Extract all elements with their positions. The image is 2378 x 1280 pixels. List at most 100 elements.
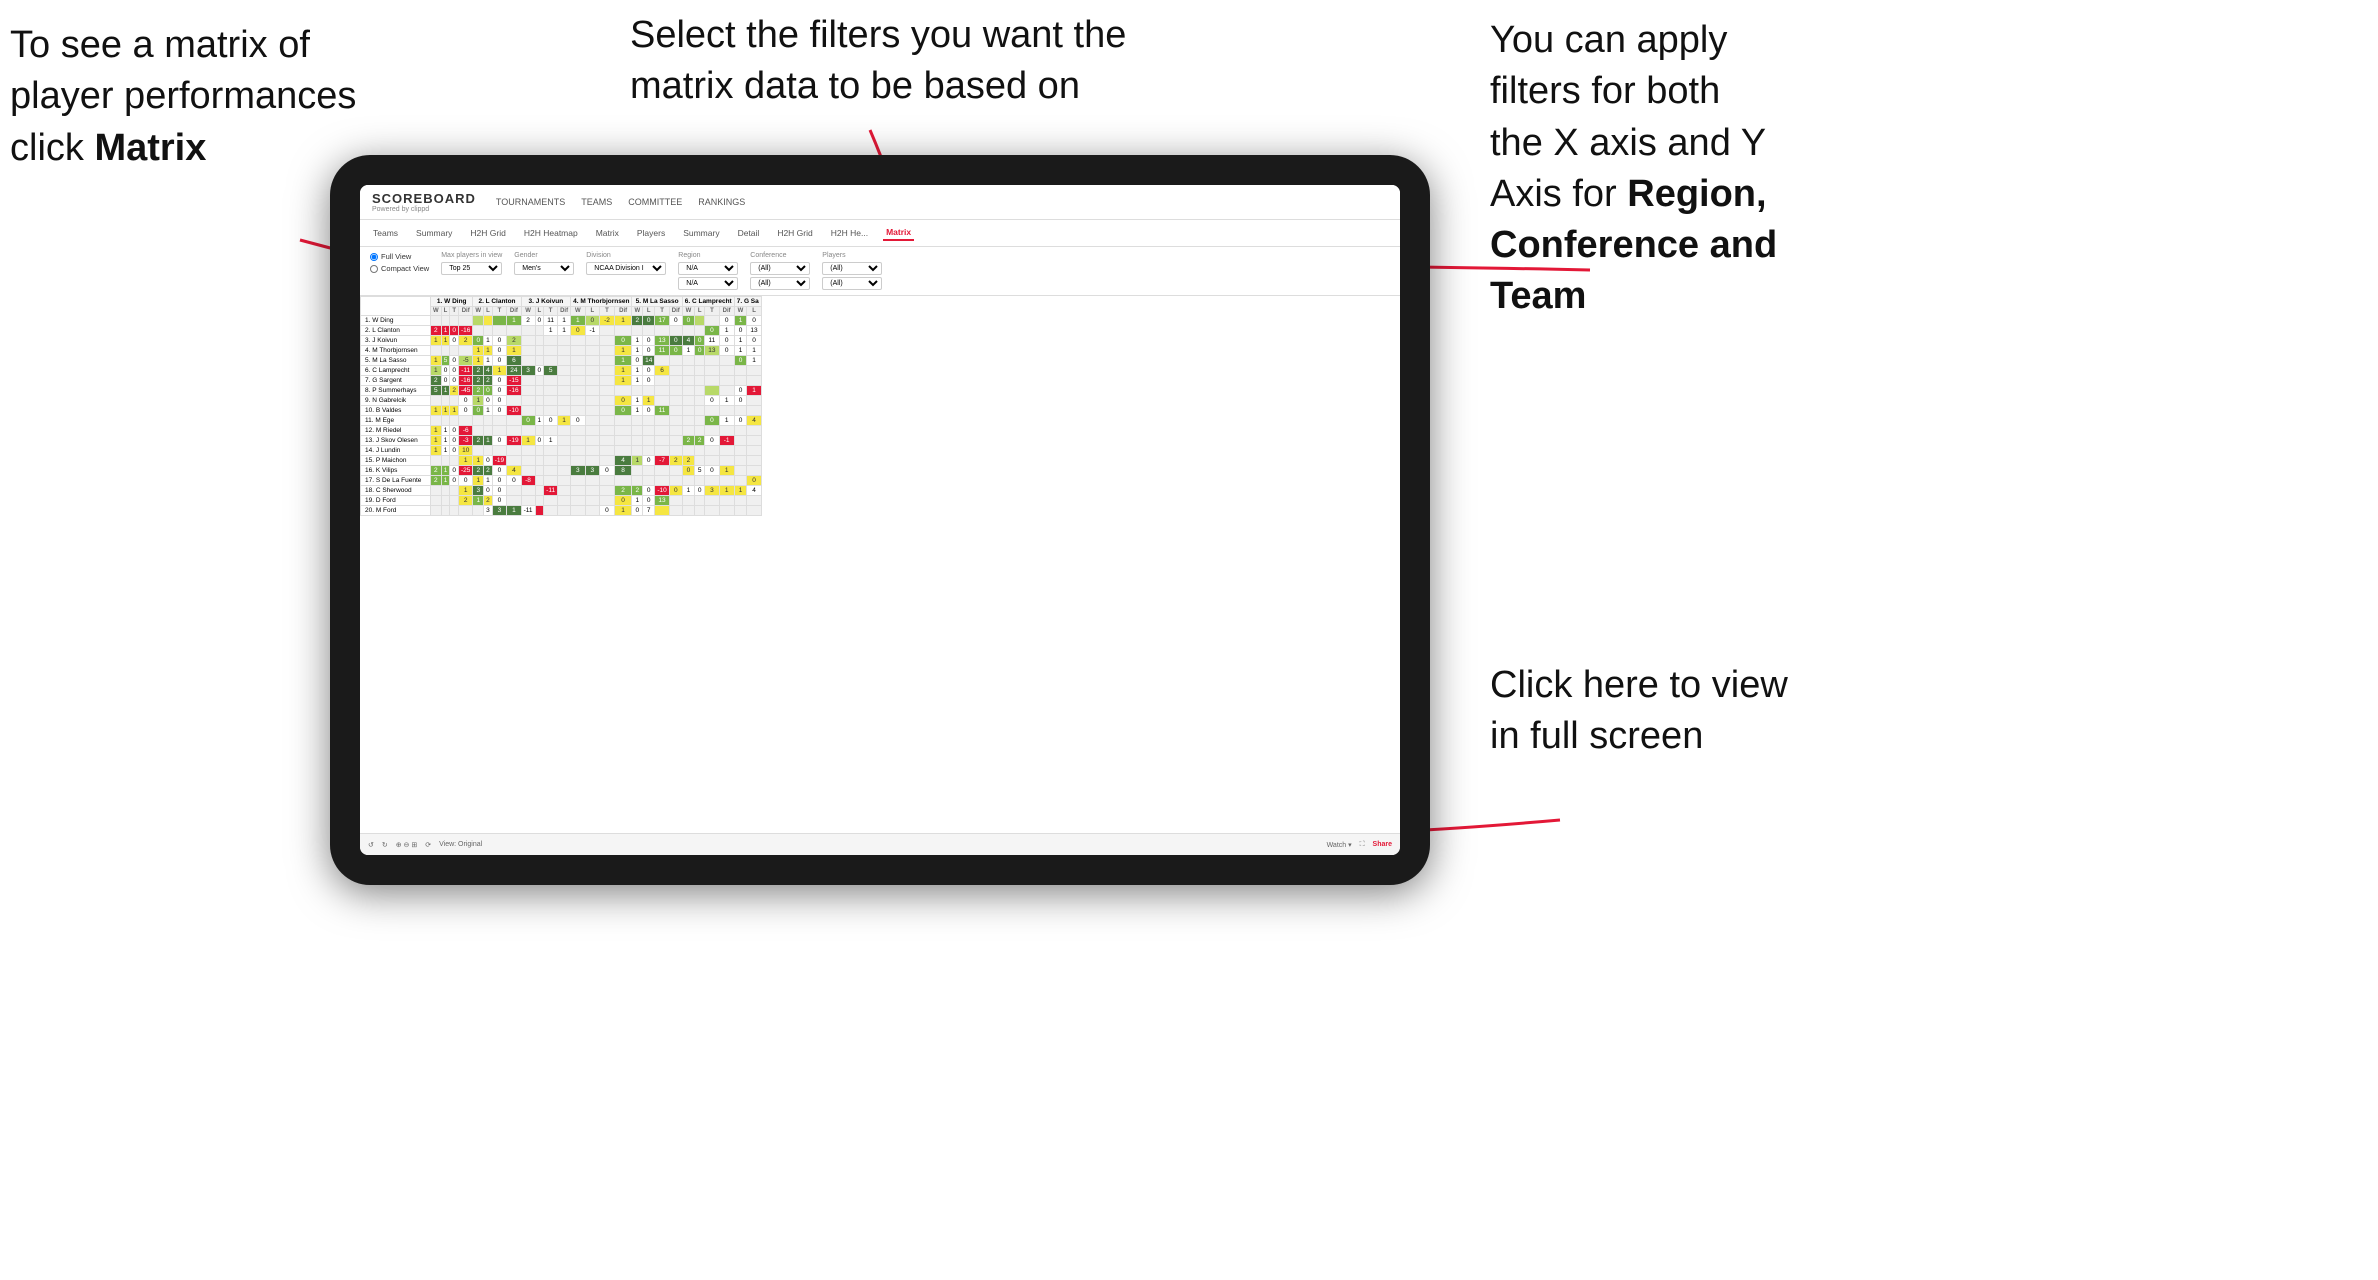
matrix-cell [705, 506, 719, 516]
gender-filter: Gender Men's [514, 252, 574, 275]
matrix-cell: 0 [643, 346, 655, 356]
matrix-cell [571, 436, 585, 446]
matrix-cell [585, 346, 600, 356]
matrix-cell: 2 [507, 336, 521, 346]
matrix-cell [585, 496, 600, 506]
matrix-cell: 1 [441, 386, 450, 396]
matrix-cell: 1 [535, 416, 544, 426]
players-select-x[interactable]: (All) [822, 262, 882, 275]
matrix-cell: 7 [643, 506, 655, 516]
matrix-cell [600, 456, 615, 466]
matrix-cell: 1 [441, 476, 450, 486]
matrix-cell: 1 [719, 326, 734, 336]
matrix-cell: -6 [459, 426, 473, 436]
max-players-select[interactable]: Top 25 [441, 262, 502, 275]
matrix-cell: 1 [614, 506, 632, 516]
matrix-cell: -11 [459, 366, 473, 376]
matrix-cell [521, 406, 535, 416]
matrix-cell [695, 446, 705, 456]
gender-select[interactable]: Men's [514, 262, 574, 275]
division-select[interactable]: NCAA Division I [586, 262, 666, 275]
tab-players[interactable]: Players [634, 226, 668, 240]
fullscreen-icon[interactable]: ⛶ [1360, 841, 1365, 849]
matrix-cell [571, 426, 585, 436]
matrix-cell: 3 [521, 366, 535, 376]
matrix-cell [535, 406, 544, 416]
matrix-cell: 0 [585, 316, 600, 326]
matrix-cell: 1 [544, 326, 558, 336]
watch-button[interactable]: Watch ▾ [1327, 841, 1352, 849]
matrix-cell [492, 416, 506, 426]
matrix-cell [521, 326, 535, 336]
matrix-cell [734, 436, 747, 446]
matrix-cell [521, 386, 535, 396]
tab-matrix[interactable]: Matrix [593, 226, 622, 240]
matrix-cell [558, 346, 571, 356]
matrix-cell: 11 [655, 346, 669, 356]
matrix-cell [571, 396, 585, 406]
matrix-cell [544, 426, 558, 436]
matrix-cell [558, 426, 571, 436]
conference-select-y[interactable]: (All) [750, 277, 810, 290]
matrix-cell: 5 [431, 386, 442, 396]
matrix-cell: 0 [614, 406, 632, 416]
matrix-cell: 0 [719, 316, 734, 326]
nav-rankings[interactable]: RANKINGS [698, 195, 745, 209]
matrix-cell [747, 456, 761, 466]
undo-icon[interactable]: ↺ [368, 841, 374, 849]
matrix-cell: 1 [450, 406, 459, 416]
matrix-cell [544, 466, 558, 476]
tab-h2h-he[interactable]: H2H He... [828, 226, 871, 240]
view-original[interactable]: View: Original [439, 841, 482, 848]
tab-summary[interactable]: Summary [413, 226, 455, 240]
matrix-cell [521, 456, 535, 466]
nav-tournaments[interactable]: TOURNAMENTS [496, 195, 565, 209]
redo-icon[interactable]: ↻ [382, 841, 388, 849]
full-view-radio[interactable]: Full View [370, 252, 429, 261]
matrix-cell: 1 [441, 336, 450, 346]
matrix-cell [734, 376, 747, 386]
region-select-x[interactable]: N/A [678, 262, 738, 275]
matrix-cell [669, 326, 682, 336]
players-select-y[interactable]: (All) [822, 277, 882, 290]
matrix-cell [558, 406, 571, 416]
tab-h2h-grid[interactable]: H2H Grid [467, 226, 508, 240]
tab-matrix-active[interactable]: Matrix [883, 225, 914, 241]
compact-view-radio[interactable]: Compact View [370, 264, 429, 273]
nav-teams[interactable]: TEAMS [581, 195, 612, 209]
share-button[interactable]: Share [1373, 841, 1392, 848]
matrix-cell [558, 436, 571, 446]
matrix-container[interactable]: 1. W Ding 2. L Clanton 3. J Koivun 4. M … [360, 296, 1400, 855]
tab-summary2[interactable]: Summary [680, 226, 722, 240]
nav-committee[interactable]: COMMITTEE [628, 195, 682, 209]
matrix-cell [600, 426, 615, 436]
matrix-cell: 1 [734, 316, 747, 326]
matrix-cell [600, 436, 615, 446]
tab-detail[interactable]: Detail [735, 226, 763, 240]
conference-select-x[interactable]: (All) [750, 262, 810, 275]
matrix-cell: 1 [632, 456, 643, 466]
matrix-cell [600, 326, 615, 336]
sub-tabs: Teams Summary H2H Grid H2H Heatmap Matri… [360, 220, 1400, 247]
matrix-cell: 1 [558, 416, 571, 426]
matrix-cell: 0 [734, 416, 747, 426]
tab-h2h-grid2[interactable]: H2H Grid [774, 226, 815, 240]
tab-h2h-heatmap[interactable]: H2H Heatmap [521, 226, 581, 240]
tab-teams[interactable]: Teams [370, 226, 401, 240]
matrix-cell: 0 [492, 436, 506, 446]
matrix-cell [705, 316, 719, 326]
zoom-icons[interactable]: ⊕ ⊖ ⊞ [396, 841, 418, 849]
matrix-cell [473, 506, 484, 516]
row-label: 13. J Skov Olesen [361, 436, 431, 446]
matrix-cell: 0 [492, 486, 506, 496]
matrix-cell: 1 [614, 356, 632, 366]
matrix-cell: 24 [507, 366, 521, 376]
matrix-cell: 0 [459, 406, 473, 416]
matrix-cell [558, 486, 571, 496]
region-select-y[interactable]: N/A [678, 277, 738, 290]
matrix-cell [600, 486, 615, 496]
matrix-cell [535, 506, 544, 516]
matrix-cell: 2 [614, 486, 632, 496]
refresh-icon[interactable]: ⟳ [425, 841, 431, 849]
matrix-cell: 10 [459, 446, 473, 456]
